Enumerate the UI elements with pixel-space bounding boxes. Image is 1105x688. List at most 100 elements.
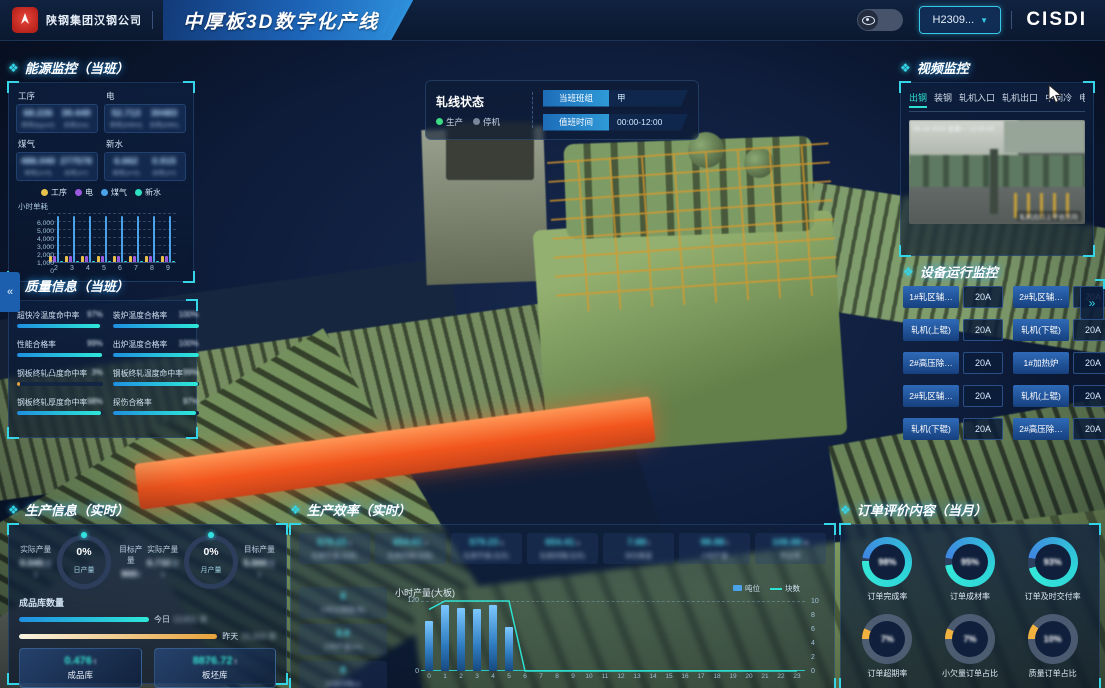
video-box: 出钢装钢轧机入口轧机出口中间冷电加热 09-18 2023 星期一 12:00:… — [900, 82, 1094, 256]
energy-metric: 电 52.713单耗(kWh/t) 30483总耗(kWh) — [104, 90, 186, 133]
order-donut: 93% 订单及时交付率 — [1014, 537, 1091, 602]
legend-item: 块数 — [770, 583, 800, 594]
bar-group — [81, 216, 94, 262]
video-feed[interactable]: 09-18 2023 星期一 12:00:00 轧机出口上平台方向 — [909, 120, 1085, 224]
video-tab[interactable]: 出钢 — [909, 91, 927, 107]
diamond-icon: ❖ — [8, 503, 19, 517]
efficiency-stat: 654.61 s轧制间隔(当班) — [375, 533, 446, 564]
energy-legend: 工序电煤气新水 — [16, 187, 186, 198]
efficiency-title: 生产效率（实时） — [307, 500, 411, 519]
line-status-panel: 轧线状态 生产停机 当班班组甲值班时间00:00-12:00 — [425, 80, 699, 140]
left-axis-label: 0 — [397, 668, 419, 675]
equipment-title: 设备运行监控 — [920, 262, 998, 281]
equipment-row: 2#高压除…20A — [903, 352, 1003, 374]
header-divider — [1011, 11, 1012, 29]
header-divider — [152, 11, 153, 29]
status-legend-item: 停机 — [473, 116, 500, 128]
order-donut: 10% 质量订单占比 — [1014, 614, 1091, 679]
line-status-title: 轧线状态 — [436, 93, 522, 110]
video-roof — [1004, 120, 1085, 153]
video-panel: ❖ 视频监控 出钢装钢轧机入口轧机出口中间冷电加热 09-18 2023 星期一… — [900, 58, 1094, 256]
efficiency-side-stats: 8小时过钢量(块) 8.8小时产量(t/h) 8过钢间隔(s) — [299, 587, 387, 688]
order-donut: 7% 小欠量订单占比 — [932, 614, 1009, 679]
left-collapse-handle[interactable]: « — [0, 272, 20, 312]
company-logo — [12, 7, 38, 33]
legend-item: 煤气 — [101, 187, 127, 198]
energy-plot — [48, 214, 176, 263]
quality-title: 质量信息（当班） — [25, 276, 129, 295]
bar-group — [129, 216, 142, 262]
diamond-icon: ❖ — [900, 61, 911, 75]
quality-item: 钢板终轧凸度命中率3% — [17, 368, 103, 386]
right-expand-handle[interactable]: » — [1080, 286, 1104, 320]
quality-item: 钢板终轧温度命中率99% — [113, 368, 199, 386]
legend-item: 工序 — [41, 187, 67, 198]
legend-item: 新水 — [135, 187, 161, 198]
chevron-down-icon: ▼ — [980, 16, 988, 25]
video-timestamp: 09-18 2023 星期一 12:00:00 — [913, 123, 994, 133]
energy-title: 能源监控（当班） — [25, 58, 129, 77]
diamond-icon: ❖ — [903, 265, 914, 279]
bar-group — [161, 216, 174, 262]
efficiency-side-stat: 8.8小时产量(t/h) — [299, 624, 387, 655]
equipment-panel: ❖ 设备运行监控 1#轧区辅…20A 2#轧区辅…20A 轧机(上辊)20A 轧… — [903, 262, 1105, 446]
status-badge: 值班时间00:00-12:00 — [543, 114, 688, 131]
line-status-badges: 当班班组甲值班时间00:00-12:00 — [543, 90, 688, 131]
equipment-list: 1#轧区辅…20A 2#轧区辅…20A 轧机(上辊)20A 轧机(下辊)20A … — [903, 286, 1105, 446]
order-donut: 7% 订单超期率 — [849, 614, 926, 679]
efficiency-stat: 579.23 s轧制节奏(当班) — [299, 533, 370, 564]
equipment-row: 2#高压除…20A — [1013, 418, 1105, 440]
efficiency-stat: 579.23 s轧制节奏(当月) — [451, 533, 522, 564]
page-title: 中厚板3D数字化产线 — [183, 7, 379, 34]
mouse-cursor — [1048, 84, 1063, 104]
equipment-row: 2#轧区辅…20A — [903, 385, 1003, 407]
status-badge: 当班班组甲 — [543, 90, 688, 107]
bar-group — [113, 216, 126, 262]
production-gauge: 实际产量0.732万t 0%月产量 目标产量5.000万t — [146, 535, 276, 589]
energy-metric: 煤气 486.040单耗(m³/t) 277578总耗(m³) — [16, 138, 98, 181]
stock-title: 成品库数量 — [19, 596, 276, 609]
video-caption: 轧机出口上平台方向 — [1017, 211, 1082, 221]
cisdi-logo: CISDI — [1026, 9, 1087, 31]
video-tab[interactable]: 轧机出口 — [1002, 91, 1038, 107]
efficiency-chart: 小时产量(大板) 吨位块数 01234567891011121314151617… — [395, 583, 824, 682]
quality-item: 钢板终轧厚度命中率98% — [17, 397, 103, 415]
equipment-row: 轧机(上辊)20A — [1013, 385, 1105, 407]
quality-items: 超快冷温度命中率97% 装炉温度合格率100% 性能合格率99% 出炉温度合格率… — [17, 310, 188, 415]
quality-item: 性能合格率99% — [17, 339, 103, 357]
production-gauge: 实际产量0.045万t 0%日产量 目标产量900t — [19, 535, 146, 589]
video-tab[interactable]: 装钢 — [934, 91, 952, 107]
equipment-row: 1#加热炉20A — [1013, 352, 1105, 374]
company-name: 陕钢集团汉钢公司 — [46, 12, 142, 28]
warehouse-cards: 0.476t成品库 8876.72t板坯库 — [19, 648, 276, 688]
quality-item: 出炉温度合格率100% — [113, 339, 199, 357]
efficiency-stat: 7.88 t块均重量 — [603, 533, 674, 564]
stock-bars: 今日13,811 块 昨天15,203 块 — [19, 614, 276, 642]
warehouse-card: 8876.72t板坯库 — [154, 648, 277, 688]
video-title: 视频监控 — [917, 58, 969, 77]
bar-group — [145, 216, 158, 262]
quality-item: 探伤合格率97% — [113, 397, 199, 415]
efficiency-box: 579.23 s轧制节奏(当班) 654.61 s轧制间隔(当班) 579.23… — [290, 524, 835, 688]
mountain-icon — [17, 12, 33, 28]
top-bar: 陕钢集团汉钢公司 中厚板3D数字化产线 H2309... ▼ CISDI — [0, 0, 1105, 41]
efficiency-stats: 579.23 s轧制节奏(当班) 654.61 s轧制间隔(当班) 579.23… — [299, 533, 826, 564]
dashboard-root: 陕钢集团汉钢公司 中厚板3D数字化产线 H2309... ▼ CISDI 轧线状… — [0, 0, 1105, 688]
efficiency-side-stat: 8过钢间隔(s) — [299, 661, 387, 688]
orders-panel: ❖ 订单评价内容（当月） 98% 订单完成率 95% 订单成材率 93% 订单及… — [840, 500, 1100, 688]
chart-line — [421, 601, 805, 671]
equipment-row: 1#轧区辅…20A — [903, 286, 1003, 308]
heat-number-dropdown[interactable]: H2309... ▼ — [919, 6, 1001, 34]
divider — [532, 92, 533, 128]
efficiency-panel: ❖ 生产效率（实时） 579.23 s轧制节奏(当班) 654.61 s轧制间隔… — [290, 500, 835, 688]
heat-number-value: H2309... — [933, 14, 975, 26]
page-title-plate: 中厚板3D数字化产线 — [163, 0, 413, 40]
visibility-toggle[interactable] — [857, 9, 903, 31]
equipment-row: 轧机(下辊)20A — [1013, 319, 1105, 341]
video-tab[interactable]: 电加热 — [1079, 91, 1085, 107]
production-box: 实际产量0.045万t 0%日产量 目标产量900t 实际产量0.732万t 0… — [8, 524, 287, 684]
video-tab[interactable]: 轧机入口 — [959, 91, 995, 107]
diamond-icon: ❖ — [840, 503, 851, 517]
progress-ring: 0%月产量 — [184, 535, 237, 589]
quality-item: 装炉温度合格率100% — [113, 310, 199, 328]
